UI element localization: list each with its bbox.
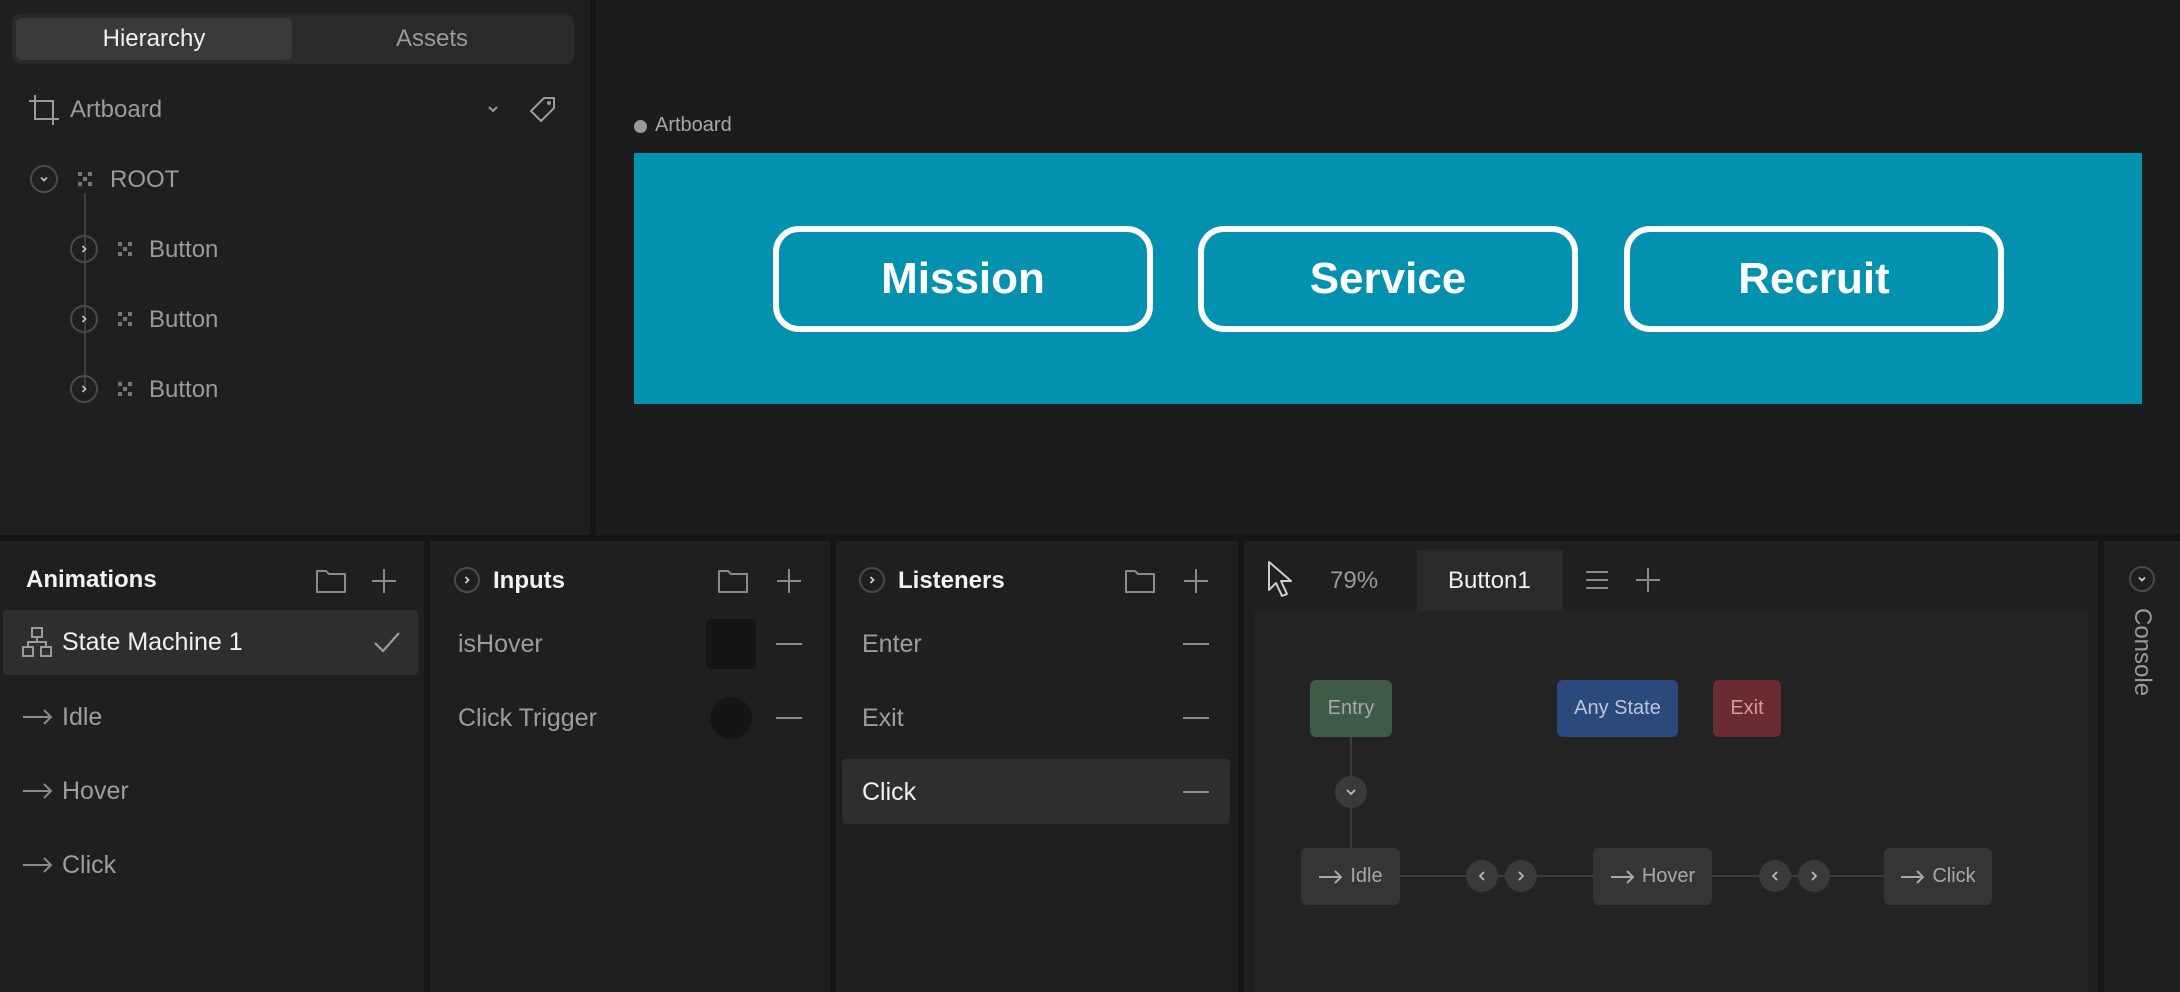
remove-listener-button[interactable] xyxy=(1183,717,1209,719)
animation-item-idle[interactable]: Idle xyxy=(62,703,102,732)
cursor-tool-icon[interactable] xyxy=(1266,560,1302,600)
menu-icon[interactable] xyxy=(1584,567,1610,593)
idle-state-node[interactable]: Idle xyxy=(1301,848,1400,905)
arrow-right-icon xyxy=(22,781,54,801)
arrow-right-icon xyxy=(22,707,54,727)
chevron-down-icon[interactable] xyxy=(484,100,502,118)
check-icon xyxy=(372,629,402,655)
arrow-right-icon xyxy=(1318,869,1344,885)
transition-handle[interactable] xyxy=(1335,776,1367,808)
idle-state-label: Idle xyxy=(1350,865,1383,887)
artboard-icon xyxy=(28,94,60,126)
artboard-name-label[interactable]: Artboard xyxy=(655,114,732,137)
panel-tab-switcher: Hierarchy Assets xyxy=(12,14,574,64)
state-graph-canvas[interactable] xyxy=(1254,611,2088,992)
hierarchy-panel: Hierarchy Assets Artboard ROOT Button Bu… xyxy=(0,0,590,535)
trigger-button[interactable] xyxy=(710,697,752,739)
input-item-click-trigger[interactable]: Click Trigger xyxy=(458,704,597,733)
state-machine-tab-label[interactable]: Button1 xyxy=(1448,567,1531,595)
tag-icon[interactable] xyxy=(528,94,558,124)
any-state-node[interactable]: Any State xyxy=(1557,680,1678,737)
animations-panel xyxy=(0,541,424,992)
collapse-inputs-toggle[interactable] xyxy=(454,567,480,593)
plus-icon[interactable] xyxy=(370,567,398,595)
collapse-listeners-toggle[interactable] xyxy=(859,567,885,593)
transition-handle[interactable] xyxy=(1505,860,1537,892)
animations-title: Animations xyxy=(26,566,157,593)
folder-icon[interactable] xyxy=(314,565,348,595)
remove-listener-button[interactable] xyxy=(1183,643,1209,645)
console-label[interactable]: Console xyxy=(2128,608,2156,696)
inputs-panel xyxy=(430,541,830,992)
state-machine-icon xyxy=(22,627,52,657)
input-item-ishover[interactable]: isHover xyxy=(458,630,543,659)
expand-button-3-toggle[interactable] xyxy=(70,375,98,403)
listeners-title: Listeners xyxy=(898,567,1005,594)
plus-icon[interactable] xyxy=(1634,566,1662,594)
collapse-root-toggle[interactable] xyxy=(30,165,58,193)
tab-assets[interactable]: Assets xyxy=(294,18,570,60)
transition-handle[interactable] xyxy=(1759,860,1791,892)
remove-input-button[interactable] xyxy=(776,643,802,645)
expand-button-1-toggle[interactable] xyxy=(70,235,98,263)
remove-listener-button[interactable] xyxy=(1183,791,1209,793)
group-icon xyxy=(116,240,134,258)
listener-item-enter[interactable]: Enter xyxy=(862,630,922,659)
listener-item-click[interactable]: Click xyxy=(862,778,916,807)
plus-icon[interactable] xyxy=(1182,567,1210,595)
tab-hierarchy[interactable]: Hierarchy xyxy=(16,18,292,60)
arrow-right-icon xyxy=(1900,869,1926,885)
animation-item-hover[interactable]: Hover xyxy=(62,777,129,806)
folder-icon[interactable] xyxy=(1123,565,1157,595)
click-state-node[interactable]: Click xyxy=(1884,848,1992,905)
plus-icon[interactable] xyxy=(775,567,803,595)
recruit-button[interactable]: Recruit xyxy=(1624,226,2004,332)
artboard-dot-icon xyxy=(634,120,647,133)
listener-item-exit[interactable]: Exit xyxy=(862,704,904,733)
transition-handle[interactable] xyxy=(1466,860,1498,892)
tree-item-button[interactable]: Button xyxy=(149,306,218,334)
state-machine-label[interactable]: State Machine 1 xyxy=(62,628,243,657)
zoom-level[interactable]: 79% xyxy=(1330,567,1378,595)
arrow-right-icon xyxy=(1610,869,1636,885)
remove-input-button[interactable] xyxy=(776,717,802,719)
tree-connector-line xyxy=(84,193,86,390)
tree-item-button[interactable]: Button xyxy=(149,376,218,404)
group-icon xyxy=(76,170,94,188)
mission-button[interactable]: Mission xyxy=(773,226,1153,332)
hover-state-node[interactable]: Hover xyxy=(1593,848,1712,905)
service-button[interactable]: Service xyxy=(1198,226,1578,332)
boolean-checkbox[interactable] xyxy=(706,619,756,669)
inputs-title: Inputs xyxy=(493,567,565,594)
tree-item-root[interactable]: ROOT xyxy=(110,166,179,194)
arrow-right-icon xyxy=(22,855,54,875)
exit-node[interactable]: Exit xyxy=(1713,680,1781,737)
animation-item-click[interactable]: Click xyxy=(62,851,116,880)
hover-state-label: Hover xyxy=(1641,865,1696,887)
transition-handle[interactable] xyxy=(1798,860,1830,892)
entry-node[interactable]: Entry xyxy=(1310,680,1392,737)
artboard-selector-label[interactable]: Artboard xyxy=(70,96,162,124)
click-state-label: Click xyxy=(1932,865,1976,887)
group-icon xyxy=(116,380,134,398)
expand-button-2-toggle[interactable] xyxy=(70,305,98,333)
collapse-console-toggle[interactable] xyxy=(2129,566,2155,592)
folder-icon[interactable] xyxy=(716,565,750,595)
tree-item-button[interactable]: Button xyxy=(149,236,218,264)
group-icon xyxy=(116,310,134,328)
